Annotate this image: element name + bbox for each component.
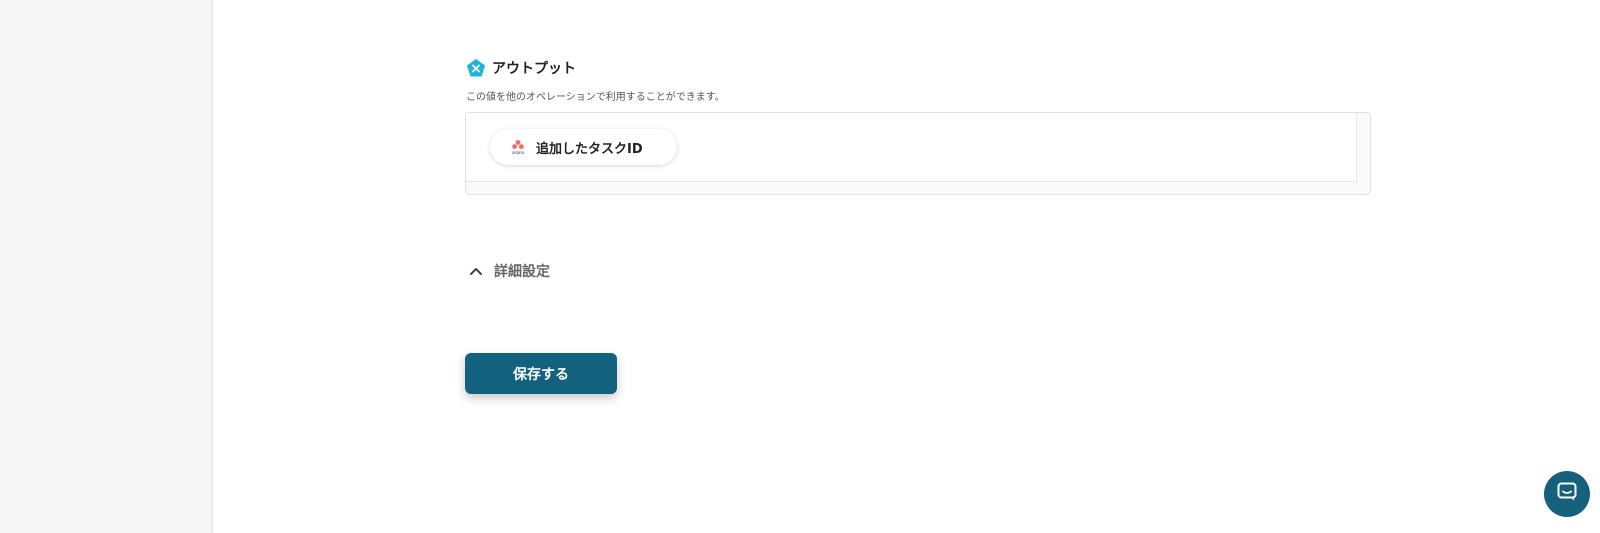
output-item-task-id[interactable]: asana 追加したタスクID [490,129,677,165]
output-list: asana 追加したタスクID [465,112,1371,195]
chevron-up-icon [468,263,484,279]
detail-settings-label: 詳細設定 [494,264,550,280]
detail-settings-toggle[interactable]: 詳細設定 [468,261,550,281]
output-item-label: 追加したタスクID [536,141,643,157]
chat-icon [1556,481,1578,507]
output-title: アウトプット [492,61,576,77]
output-section-header: アウトプット [466,58,576,78]
output-pentagon-icon [466,58,486,78]
output-description: この値を他のオペレーションで利用することができます。 [466,92,725,103]
main-content [214,0,1600,533]
sidebar [0,0,213,533]
svg-text:asana: asana [512,150,525,155]
chat-launcher-button[interactable] [1544,471,1590,517]
output-list-area: asana 追加したタスクID [466,113,1357,182]
save-button[interactable]: 保存する [465,353,617,394]
asana-icon: asana [508,139,528,155]
